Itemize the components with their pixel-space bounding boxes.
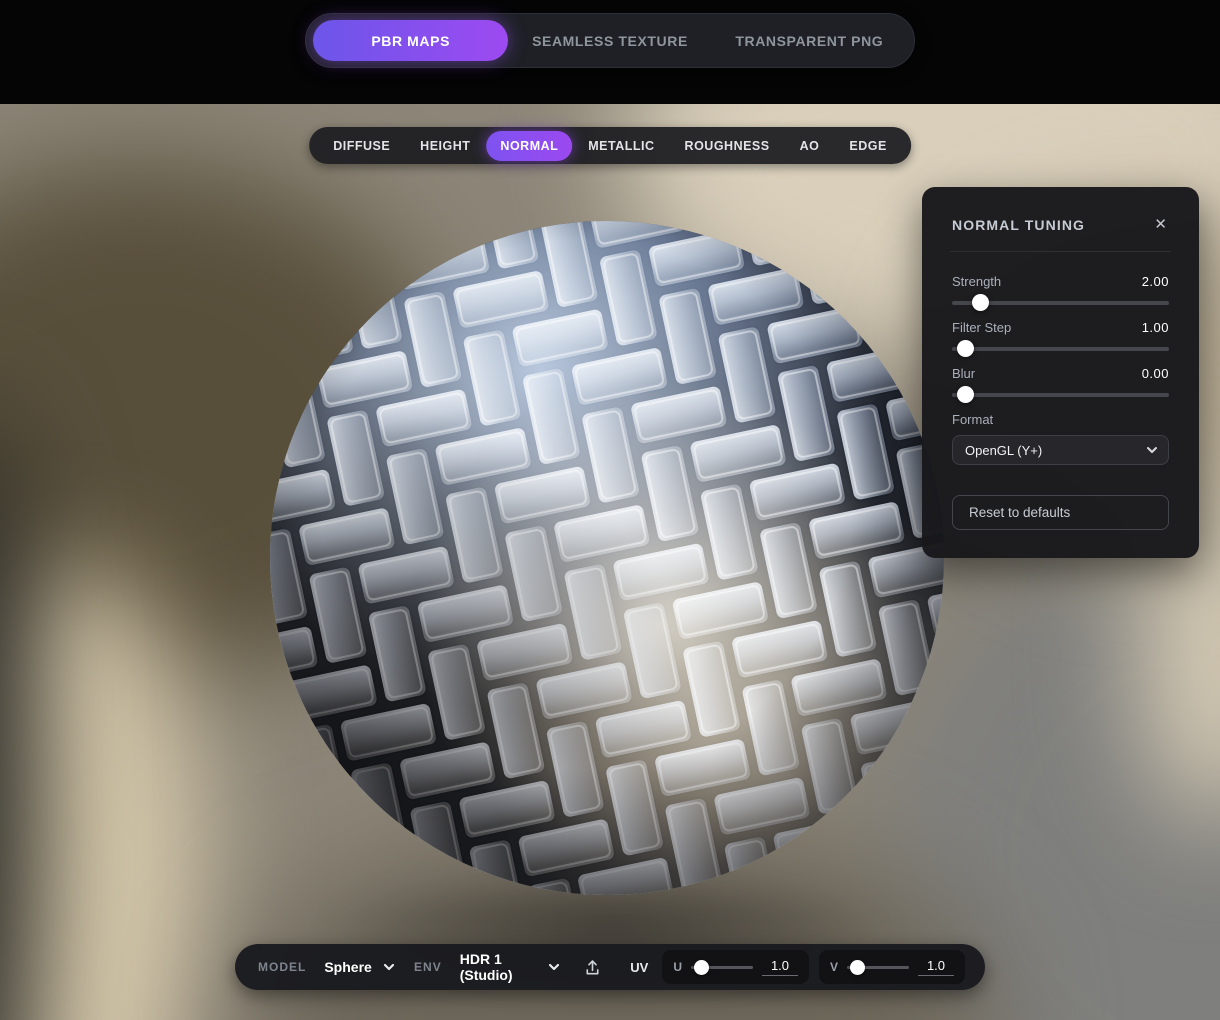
divider	[950, 251, 1171, 252]
tab-pbr-maps[interactable]: PBR MAPS	[313, 20, 508, 61]
filter-step-label: Filter Step	[952, 320, 1011, 335]
basket-weave-texture	[270, 221, 944, 895]
tab-edge[interactable]: EDGE	[835, 131, 900, 161]
v-tiling-value-input[interactable]	[918, 958, 954, 976]
top-bar: PBR MAPS SEAMLESS TEXTURE TRANSPARENT PN…	[0, 0, 1220, 104]
blur-slider[interactable]	[952, 386, 1169, 403]
strength-value: 2.00	[1142, 274, 1169, 289]
model-select[interactable]: Sphere	[324, 959, 371, 975]
u-tiling-value-input[interactable]	[762, 958, 798, 976]
filter-step-value: 1.00	[1142, 320, 1169, 335]
u-axis-label: U	[673, 960, 682, 974]
uv-label: UV	[630, 960, 648, 975]
mode-toggle: PBR MAPS SEAMLESS TEXTURE TRANSPARENT PN…	[305, 13, 915, 68]
u-tiling-group: U	[662, 950, 809, 984]
tab-height[interactable]: HEIGHT	[406, 131, 484, 161]
env-select[interactable]: HDR 1 (Studio)	[460, 951, 537, 983]
model-label: MODEL	[258, 960, 306, 974]
viewport-3d[interactable]: DIFFUSE HEIGHT NORMAL METALLIC ROUGHNESS…	[0, 104, 1220, 1020]
upload-hdr-button[interactable]	[579, 954, 606, 981]
preview-sphere[interactable]	[270, 221, 944, 895]
reset-to-defaults-button[interactable]: Reset to defaults	[952, 495, 1169, 530]
filter-step-control: Filter Step 1.00	[952, 320, 1169, 357]
normal-tuning-panel: NORMAL TUNING ✕ Strength 2.00 Filter Ste…	[922, 187, 1199, 558]
tab-metallic[interactable]: METALLIC	[574, 131, 668, 161]
close-icon[interactable]: ✕	[1152, 215, 1169, 234]
chevron-down-icon[interactable]	[546, 959, 562, 975]
tab-diffuse[interactable]: DIFFUSE	[319, 131, 404, 161]
tab-roughness[interactable]: ROUGHNESS	[671, 131, 784, 161]
blur-value: 0.00	[1142, 366, 1169, 381]
tab-ao[interactable]: AO	[786, 131, 834, 161]
panel-title: NORMAL TUNING	[952, 217, 1085, 233]
v-tiling-slider[interactable]	[847, 960, 909, 975]
chevron-down-icon[interactable]	[381, 959, 397, 975]
app-root: PBR MAPS SEAMLESS TEXTURE TRANSPARENT PN…	[0, 0, 1220, 1020]
filter-step-slider[interactable]	[952, 340, 1169, 357]
env-label: ENV	[414, 960, 442, 974]
bottom-control-bar: MODEL Sphere ENV HDR 1 (Studio) UV	[235, 944, 985, 990]
blur-label: Blur	[952, 366, 975, 381]
map-type-tabs: DIFFUSE HEIGHT NORMAL METALLIC ROUGHNESS…	[309, 127, 911, 164]
blur-control: Blur 0.00	[952, 366, 1169, 403]
u-tiling-slider[interactable]	[691, 960, 753, 975]
strength-slider[interactable]	[952, 294, 1169, 311]
v-axis-label: V	[830, 960, 838, 974]
v-tiling-group: V	[819, 950, 965, 984]
format-label: Format	[952, 412, 1169, 427]
strength-label: Strength	[952, 274, 1001, 289]
strength-control: Strength 2.00	[952, 274, 1169, 311]
format-select[interactable]: OpenGL (Y+)	[952, 435, 1169, 465]
tab-transparent-png[interactable]: TRANSPARENT PNG	[712, 20, 907, 61]
tab-seamless-texture[interactable]: SEAMLESS TEXTURE	[512, 20, 707, 61]
tab-normal[interactable]: NORMAL	[486, 131, 572, 161]
upload-icon	[583, 958, 602, 977]
